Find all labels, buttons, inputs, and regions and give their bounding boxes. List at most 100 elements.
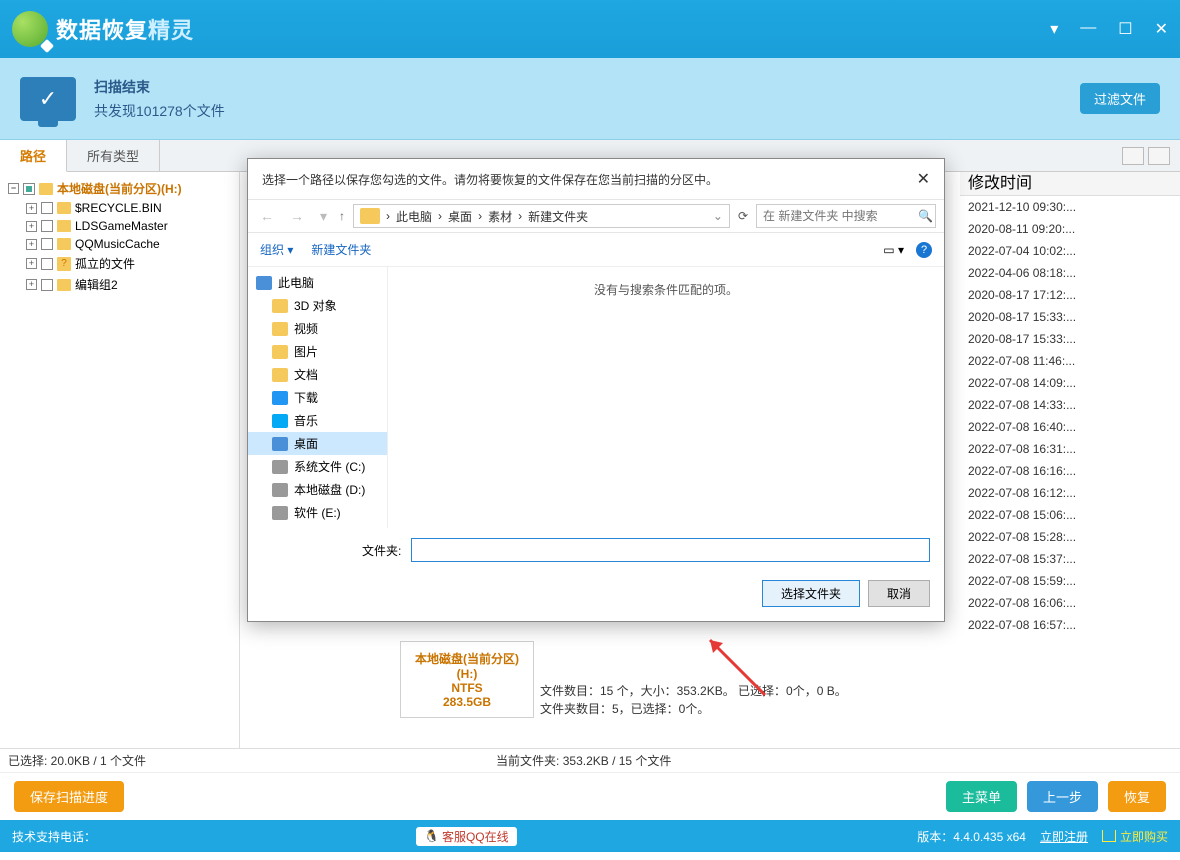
dropdown-icon[interactable]: ▾ bbox=[1050, 19, 1058, 39]
tree-item[interactable]: + $RECYCLE.BIN bbox=[4, 199, 235, 217]
crumb[interactable]: 素材 bbox=[488, 208, 512, 225]
dialog-close-button[interactable]: ✕ bbox=[917, 169, 930, 189]
search-box[interactable]: 🔍 bbox=[756, 204, 936, 228]
tree-item[interactable]: +LDSGameMaster bbox=[4, 217, 235, 235]
main-menu-button[interactable]: 主菜单 bbox=[946, 781, 1017, 812]
expand-icon[interactable]: + bbox=[26, 221, 37, 232]
organize-button[interactable]: 组织 ▾ bbox=[260, 241, 293, 258]
recover-button[interactable]: 恢复 bbox=[1108, 781, 1166, 812]
file-row-time[interactable]: 2022-07-08 15:28:... bbox=[960, 526, 1180, 548]
crumb[interactable]: 此电脑 bbox=[396, 208, 432, 225]
tree-desktop[interactable]: 桌面 bbox=[248, 432, 387, 455]
expand-icon[interactable]: + bbox=[26, 203, 37, 214]
nav-up-button[interactable]: ↑ bbox=[339, 209, 345, 223]
file-row-time[interactable]: 2022-07-08 11:46:... bbox=[960, 350, 1180, 372]
file-row-time[interactable]: 2022-07-08 15:06:... bbox=[960, 504, 1180, 526]
download-icon bbox=[272, 391, 288, 405]
collapse-icon[interactable]: − bbox=[8, 183, 19, 194]
tree-label: 下载 bbox=[294, 389, 318, 406]
tree-drive-c[interactable]: 系统文件 (C:) bbox=[248, 455, 387, 478]
new-folder-button[interactable]: 新建文件夹 bbox=[311, 241, 371, 258]
refresh-button[interactable]: ⟳ bbox=[738, 209, 748, 223]
file-row-time[interactable]: 2022-07-08 16:16:... bbox=[960, 460, 1180, 482]
file-row-time[interactable]: 2022-07-08 14:09:... bbox=[960, 372, 1180, 394]
help-button[interactable]: ? bbox=[916, 242, 932, 258]
crumb[interactable]: 新建文件夹 bbox=[528, 208, 588, 225]
breadcrumb[interactable]: ›此电脑 ›桌面 ›素材 ›新建文件夹 ⌄ bbox=[353, 204, 730, 228]
tree-item[interactable]: +?孤立的文件 bbox=[4, 253, 235, 274]
filter-files-button[interactable]: 过滤文件 bbox=[1080, 83, 1160, 114]
checkbox[interactable] bbox=[41, 279, 53, 291]
tree-item[interactable]: +QQMusicCache bbox=[4, 235, 235, 253]
scan-status-text: 扫描结束 共发现101278个文件 bbox=[94, 77, 225, 121]
file-row-time[interactable]: 2022-07-08 16:12:... bbox=[960, 482, 1180, 504]
select-folder-button[interactable]: 选择文件夹 bbox=[762, 580, 860, 607]
tree-item-label: $RECYCLE.BIN bbox=[75, 201, 162, 215]
folder-path-input[interactable] bbox=[411, 538, 930, 562]
checkbox[interactable] bbox=[41, 220, 53, 232]
column-header-mtime[interactable]: 修改时间 bbox=[960, 172, 1180, 196]
expand-icon[interactable]: + bbox=[26, 239, 37, 250]
cancel-button[interactable]: 取消 bbox=[868, 580, 930, 607]
file-row-time[interactable]: 2020-08-17 17:12:... bbox=[960, 284, 1180, 306]
file-row-time[interactable]: 2022-07-08 16:40:... bbox=[960, 416, 1180, 438]
buy-now-button[interactable]: 立即购买 bbox=[1102, 828, 1168, 845]
search-input[interactable] bbox=[763, 209, 918, 223]
file-row-time[interactable]: 2020-08-11 09:20:... bbox=[960, 218, 1180, 240]
tree-pictures[interactable]: 图片 bbox=[248, 340, 387, 363]
search-icon[interactable]: 🔍 bbox=[918, 209, 933, 223]
file-row-time[interactable]: 2022-04-06 08:18:... bbox=[960, 262, 1180, 284]
nav-forward-button[interactable]: → bbox=[286, 208, 308, 224]
tab-all-types[interactable]: 所有类型 bbox=[67, 140, 160, 171]
tree-item[interactable]: +编辑组2 bbox=[4, 274, 235, 295]
folder-label: 文件夹: bbox=[362, 542, 401, 559]
view-grid-button[interactable] bbox=[1122, 147, 1144, 165]
file-row-time[interactable]: 2022-07-04 10:02:... bbox=[960, 240, 1180, 262]
tab-path[interactable]: 路径 bbox=[0, 140, 67, 172]
tree-root[interactable]: − 本地磁盘(当前分区)(H:) bbox=[4, 178, 235, 199]
previous-button[interactable]: 上一步 bbox=[1027, 781, 1098, 812]
checkbox[interactable] bbox=[23, 183, 35, 195]
file-row-time[interactable]: 2020-08-17 15:33:... bbox=[960, 306, 1180, 328]
crumb-dropdown-icon[interactable]: ⌄ bbox=[713, 209, 723, 223]
register-link[interactable]: 立即注册 bbox=[1040, 828, 1088, 845]
qq-support-button[interactable]: 🐧客服QQ在线 bbox=[416, 827, 517, 846]
crumb[interactable]: 桌面 bbox=[448, 208, 472, 225]
tree-video[interactable]: 视频 bbox=[248, 317, 387, 340]
view-mode-button[interactable]: ▭ ▾ bbox=[883, 243, 904, 257]
nav-back-button[interactable]: ← bbox=[256, 208, 278, 224]
bottom-bar: 技术支持电话： 🐧客服QQ在线 版本：4.4.0.435 x64 立即注册 立即… bbox=[0, 820, 1180, 852]
partition-card[interactable]: 本地磁盘(当前分区)(H:) NTFS 283.5GB bbox=[400, 641, 534, 718]
tree-this-pc[interactable]: 此电脑 bbox=[248, 271, 387, 294]
file-row-time[interactable]: 2022-07-08 16:31:... bbox=[960, 438, 1180, 460]
tree-documents[interactable]: 文档 bbox=[248, 363, 387, 386]
file-row-time[interactable]: 2021-12-10 09:30:... bbox=[960, 196, 1180, 218]
tree-music[interactable]: 音乐 bbox=[248, 409, 387, 432]
expand-icon[interactable]: + bbox=[26, 279, 37, 290]
file-row-time[interactable]: 2022-07-08 15:59:... bbox=[960, 570, 1180, 592]
maximize-button[interactable]: ☐ bbox=[1118, 19, 1132, 39]
tree-downloads[interactable]: 下载 bbox=[248, 386, 387, 409]
checkbox[interactable] bbox=[41, 258, 53, 270]
partition-name: 本地磁盘(当前分区)(H:) bbox=[405, 650, 529, 681]
minimize-button[interactable]: — bbox=[1080, 19, 1096, 39]
checkbox[interactable] bbox=[41, 238, 53, 250]
file-row-time[interactable]: 2020-08-17 15:33:... bbox=[960, 328, 1180, 350]
checkbox[interactable] bbox=[41, 202, 53, 214]
save-scan-progress-button[interactable]: 保存扫描进度 bbox=[14, 781, 124, 812]
close-button[interactable]: ✕ bbox=[1155, 19, 1168, 39]
folder-icon bbox=[272, 299, 288, 313]
chevron-down-icon[interactable]: ▾ bbox=[316, 208, 331, 225]
file-row-time[interactable]: 2022-07-08 14:33:... bbox=[960, 394, 1180, 416]
file-row-time[interactable]: 2022-07-08 15:37:... bbox=[960, 548, 1180, 570]
dialog-tree[interactable]: 此电脑 3D 对象 视频 图片 文档 下载 音乐 桌面 系统文件 (C:) 本地… bbox=[248, 267, 388, 528]
file-row-time[interactable]: 2022-07-08 16:06:... bbox=[960, 592, 1180, 614]
tree-drive-d[interactable]: 本地磁盘 (D:) bbox=[248, 478, 387, 501]
view-list-button[interactable] bbox=[1148, 147, 1170, 165]
tree-drive-e[interactable]: 软件 (E:) bbox=[248, 501, 387, 524]
file-row-time[interactable]: 2022-07-08 16:57:... bbox=[960, 614, 1180, 636]
folder-icon bbox=[57, 202, 71, 214]
monitor-icon: ✓ bbox=[20, 77, 76, 121]
expand-icon[interactable]: + bbox=[26, 258, 37, 269]
tree-3d[interactable]: 3D 对象 bbox=[248, 294, 387, 317]
